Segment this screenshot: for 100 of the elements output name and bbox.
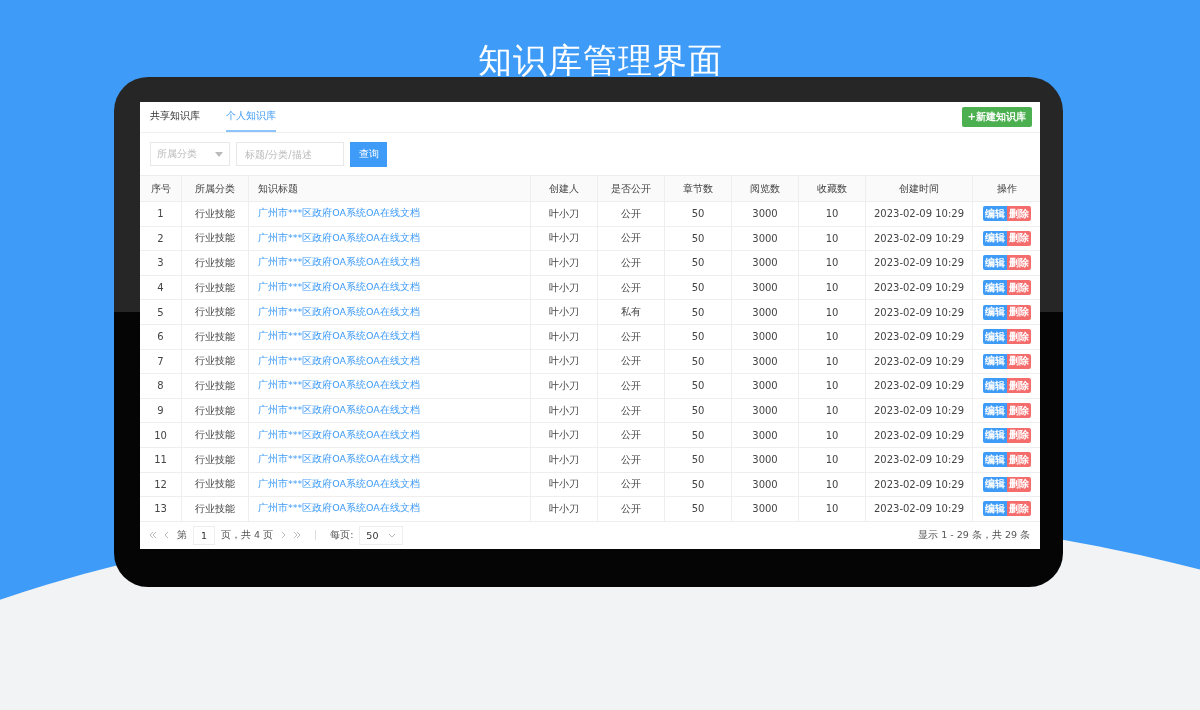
table-cell: 公开 [597,202,664,226]
per-page-label: 每页: [330,528,354,542]
title-link[interactable]: 广州市***区政府OA系统OA在线文档 [258,428,420,442]
delete-button[interactable]: 删除 [1006,378,1031,394]
title-link[interactable]: 广州市***区政府OA系统OA在线文档 [258,281,420,295]
table-cell: 2023-02-09 10:29 [865,472,972,497]
table-cell: 公开 [597,226,664,251]
table-cell: 行业技能 [181,447,248,472]
page-field[interactable]: 1 [193,525,216,545]
edit-button[interactable]: 编辑 [982,280,1007,296]
edit-button[interactable]: 编辑 [982,255,1007,271]
table-cell: 叶小刀 [530,300,597,324]
table-cell: 10 [798,349,865,374]
delete-button[interactable]: 删除 [1006,353,1031,369]
table-cell-text: 9 [156,404,165,419]
table-cell: 3000 [731,398,798,423]
previous-page-icon[interactable] [163,531,171,540]
table-cell: 2023-02-09 10:29 [865,349,972,374]
table-cell: 行业技能 [181,423,248,447]
title-link[interactable]: 广州市***区政府OA系统OA在线文档 [258,502,420,516]
delete-button[interactable]: 删除 [1006,427,1031,443]
delete-button[interactable]: 删除 [1006,255,1031,271]
table-cell: 叶小刀 [530,251,597,275]
delete-button[interactable]: 删除 [1006,403,1031,419]
delete-button[interactable]: 删除 [1006,280,1031,296]
table-cell: 公开 [597,423,664,447]
title-link[interactable]: 广州市***区政府OA系统OA在线文档 [258,256,420,270]
table-cell: 公开 [597,349,664,374]
delete-button[interactable]: 删除 [1006,452,1031,468]
table-cell: 3000 [731,497,798,521]
table-cell: 10 [798,423,865,447]
column-header: 知识标题 [248,176,530,201]
edit-button[interactable]: 编辑 [982,329,1007,345]
title-link[interactable]: 广州市***区政府OA系统OA在线文档 [258,305,420,319]
tab[interactable]: 个人知识库 [226,102,276,132]
column-header: 创建时间 [865,176,972,201]
table-cell-text: 7 [156,354,165,369]
table-cell: 2023-02-09 10:29 [865,300,972,324]
edit-button[interactable]: 编辑 [982,230,1007,246]
new-knowledge-base-button[interactable]: +新建知识库 [961,107,1032,127]
table-cell: 50 [664,497,731,521]
last-page-icon[interactable] [293,531,302,540]
table-cell: 3000 [731,447,798,472]
delete-button[interactable]: 删除 [1006,476,1031,492]
table-cell: 10 [798,324,865,349]
table-cell: 行业技能 [181,275,248,300]
table-cell: 公开 [597,374,664,398]
table-cell: 叶小刀 [530,423,597,447]
title-link[interactable]: 广州市***区政府OA系统OA在线文档 [258,404,420,418]
delete-button[interactable]: 删除 [1006,230,1031,246]
table-cell: 2023-02-09 10:29 [865,226,972,251]
table-cell-text: 13 [153,502,168,517]
title-link[interactable]: 广州市***区政府OA系统OA在线文档 [258,231,420,245]
edit-button[interactable]: 编辑 [982,403,1007,419]
table-cell: 叶小刀 [530,275,597,300]
title-link[interactable]: 广州市***区政府OA系统OA在线文档 [258,330,420,344]
table-cell-text: 5 [156,305,165,320]
delete-button[interactable]: 删除 [1006,206,1031,222]
table-cell: 10 [798,374,865,398]
title-link[interactable]: 广州市***区政府OA系统OA在线文档 [258,207,420,221]
table-cell: 50 [664,423,731,447]
table-cell: 行业技能 [181,226,248,251]
title-link[interactable]: 广州市***区政府OA系统OA在线文档 [258,354,420,368]
table-cell: 50 [664,472,731,497]
edit-button[interactable]: 编辑 [982,206,1007,222]
table-cell: 50 [664,349,731,374]
delete-button[interactable]: 删除 [1006,501,1031,517]
table-cell: 公开 [597,497,664,521]
query-button[interactable]: 查询 [350,141,387,167]
table-cell: 10 [798,226,865,251]
table-cell-text: 12 [153,477,168,492]
table-cell: 私有 [597,300,664,324]
edit-button[interactable]: 编辑 [982,476,1007,492]
edit-button[interactable]: 编辑 [982,353,1007,369]
search-field[interactable]: 标题/分类/描述 [236,142,344,166]
edit-button[interactable]: 编辑 [982,427,1007,443]
title-link[interactable]: 广州市***区政府OA系统OA在线文档 [258,453,420,467]
table-cell: 2023-02-09 10:29 [865,398,972,423]
table-cell: 2023-02-09 10:29 [865,324,972,349]
delete-button[interactable]: 删除 [1006,304,1031,320]
table-cell: 行业技能 [181,202,248,226]
delete-button[interactable]: 删除 [1006,329,1031,345]
title-link[interactable]: 广州市***区政府OA系统OA在线文档 [258,477,420,491]
table-cell: 叶小刀 [530,374,597,398]
table-cell: 公开 [597,275,664,300]
table-cell: 叶小刀 [530,202,597,226]
table-cell-text: 4 [156,281,165,296]
table-cell: 3000 [731,472,798,497]
first-page-icon[interactable] [149,531,157,540]
tab[interactable]: 共享知识库 [150,102,200,132]
edit-button[interactable]: 编辑 [982,452,1007,468]
title-link[interactable]: 广州市***区政府OA系统OA在线文档 [258,379,420,393]
table-cell: 叶小刀 [530,447,597,472]
table-cell: 3000 [731,251,798,275]
edit-button[interactable]: 编辑 [982,501,1007,517]
next-page-icon[interactable] [279,531,288,540]
edit-button[interactable]: 编辑 [982,304,1007,320]
per-page-select[interactable]: 50 [359,525,404,545]
edit-button[interactable]: 编辑 [982,378,1007,394]
table-cell-text: 3 [156,256,165,271]
